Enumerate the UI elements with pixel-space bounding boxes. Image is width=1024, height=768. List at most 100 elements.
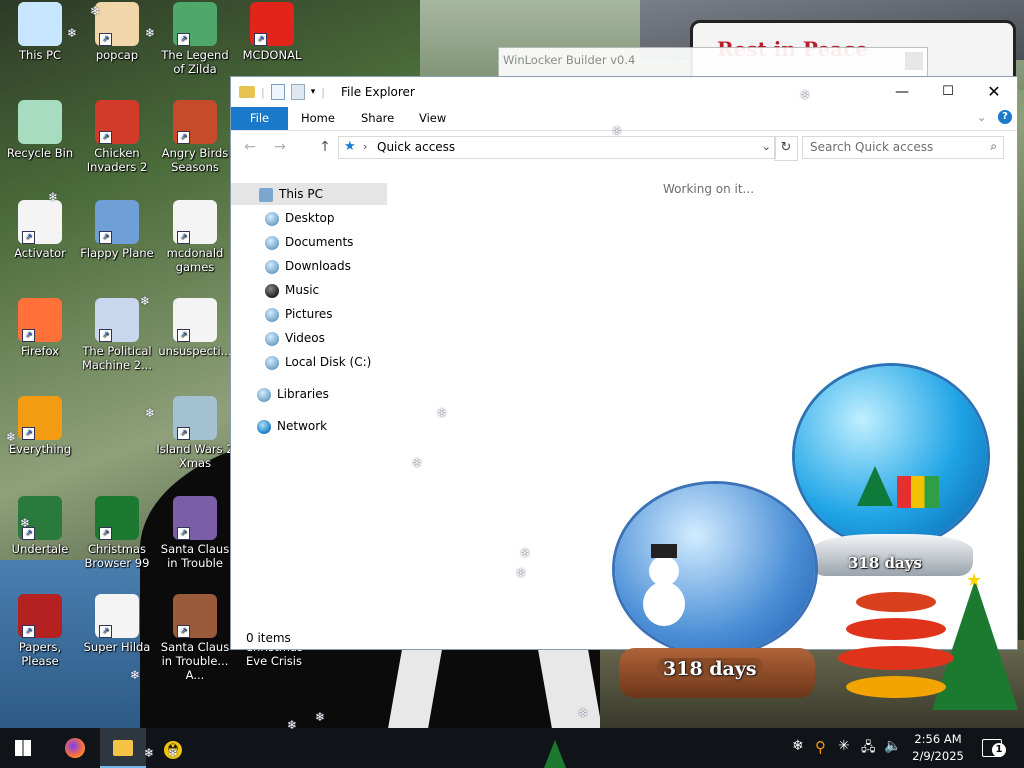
file-icon: ↗	[173, 200, 217, 244]
shortcut-arrow-icon: ↗	[99, 527, 112, 540]
desktop-icon[interactable]: ↗ Island Wars 2 Xmas	[155, 396, 235, 470]
desktop-icon[interactable]: ↗ Angry Birds Seasons	[155, 100, 235, 174]
tray-snowflake-icon[interactable]: ✳	[838, 738, 850, 754]
breadcrumb-chevron-icon[interactable]: ›	[363, 140, 367, 153]
new-folder-icon[interactable]	[290, 84, 305, 100]
properties-icon[interactable]	[270, 84, 285, 100]
shortcut-arrow-icon: ↗	[177, 427, 190, 440]
action-center-button[interactable]: 1	[982, 739, 1006, 757]
desktop-icon-label: Firefox	[20, 344, 60, 358]
nav-item-pictures[interactable]: Pictures	[265, 303, 333, 325]
tab-view[interactable]: View	[411, 107, 454, 130]
tray-snow-icon[interactable]: ❄	[792, 738, 804, 754]
desktop-icon[interactable]: ↗ unsuspecti...	[155, 298, 235, 358]
refresh-button[interactable]: ↻	[774, 136, 798, 161]
videos-icon	[265, 331, 279, 346]
santa-icon: ↗	[173, 594, 217, 638]
nav-item-this-pc[interactable]: This PC	[231, 183, 387, 205]
snowflake-icon: ❄	[48, 190, 59, 204]
taskbar-file-explorer[interactable]	[100, 728, 146, 768]
winlocker-close-button[interactable]	[905, 52, 923, 70]
tab-home[interactable]: Home	[293, 107, 343, 130]
close-button[interactable]: ✕	[971, 77, 1017, 107]
shortcut-arrow-icon: ↗	[99, 625, 112, 638]
nav-item-music[interactable]: Music	[265, 279, 319, 301]
snowflake-icon: ❄	[612, 124, 623, 138]
desktop-icon[interactable]: ↗ The Legend of Zilda	[155, 2, 235, 76]
pictures-icon	[265, 307, 279, 322]
tray-search-icon[interactable]: ⚲	[815, 738, 826, 756]
desktop-icon-label: Everything	[8, 442, 72, 456]
desktop-icon[interactable]: ↗ Santa Claus in Trouble... A...	[155, 594, 235, 682]
desktop-icon[interactable]: ↗ Santa Claus in Trouble	[155, 496, 235, 570]
search-input[interactable]: Search Quick access ⌕	[802, 136, 1004, 159]
desktop-icon[interactable]: Recycle Bin	[0, 100, 80, 160]
title-bar[interactable]: | ▾ | File Explorer — ☐ ✕	[231, 77, 1017, 107]
tab-file[interactable]: File	[231, 107, 288, 130]
nav-item-videos[interactable]: Videos	[265, 327, 325, 349]
customize-qat-icon[interactable]: ▾	[311, 87, 316, 97]
snow-globe-large[interactable]: 318 days	[795, 366, 991, 582]
desktop-icon[interactable]: ↗ Chicken Invaders 2	[77, 100, 157, 174]
clock-date: 2/9/2025	[912, 749, 964, 763]
desktop-icon-label: Island Wars 2 Xmas	[156, 442, 234, 470]
help-icon[interactable]: ?	[998, 110, 1012, 124]
nav-item-documents[interactable]: Documents	[265, 231, 353, 253]
search-icon: ↗	[18, 396, 62, 440]
desktop-icon-label: MCDONAL	[242, 48, 302, 62]
desktop-icon[interactable]: ↗ Super Hilda	[77, 594, 157, 654]
globe-sphere	[795, 366, 987, 546]
shortcut-arrow-icon: ↗	[177, 527, 190, 540]
desktop-icon[interactable]: ↗ Papers, Please	[0, 594, 80, 668]
desktop-icon[interactable]: ↗ Firefox	[0, 298, 80, 358]
nav-label: Pictures	[285, 307, 333, 321]
spiral-tree-widget[interactable]	[838, 586, 954, 704]
clock[interactable]: 2:56 AM 2/9/2025	[906, 731, 970, 765]
desktop-icon-label: Activator	[14, 246, 66, 260]
address-bar[interactable]: ★ › Quick access ⌄	[338, 136, 776, 159]
nav-item-local-disk[interactable]: Local Disk (C:)	[265, 351, 371, 373]
desktop-icon-label: Angry Birds Seasons	[161, 146, 229, 174]
file-icon: ↗	[18, 200, 62, 244]
taskbar-firefox[interactable]	[52, 728, 98, 768]
ribbon-expand-icon[interactable]: ⌄	[977, 111, 986, 124]
desktop-icon[interactable]: ↗ Everything	[0, 396, 80, 456]
tray-network-icon[interactable]: 🖧	[861, 738, 876, 760]
game-icon: ↗	[173, 2, 217, 46]
ribbon-tabs: File Home Share View ⌄ ?	[231, 107, 1017, 131]
start-button[interactable]	[0, 728, 46, 768]
forward-button[interactable]: →	[271, 139, 289, 155]
desktop-icon[interactable]: ↗ MCDONAL	[232, 2, 312, 62]
nav-item-libraries[interactable]: Libraries	[257, 383, 329, 405]
taskbar-tree-icon[interactable]	[544, 740, 566, 768]
nav-item-desktop[interactable]: Desktop	[265, 207, 335, 229]
nav-item-network[interactable]: Network	[257, 415, 327, 437]
desktop-icon[interactable]: ↗ Christmas Browser 99	[77, 496, 157, 570]
desktop-icon-label: Santa Claus in Trouble	[160, 542, 230, 570]
desktop-icon[interactable]: ↗ mcdonald games	[155, 200, 235, 274]
breadcrumb[interactable]: Quick access	[377, 140, 455, 154]
desktop-icon[interactable]: ↗ Undertale	[0, 496, 80, 556]
maximize-button[interactable]: ☐	[925, 77, 971, 107]
up-button[interactable]: ↑	[316, 139, 334, 155]
desktop-icon[interactable]: ↗ Activator	[0, 200, 80, 260]
snowflake-icon: ❄	[140, 294, 151, 308]
tab-share[interactable]: Share	[353, 107, 402, 130]
snowflake-icon: ❄	[516, 566, 527, 580]
desktop-icon[interactable]: ↗ Flappy Plane	[77, 200, 157, 260]
folder-icon[interactable]	[239, 86, 255, 98]
documents-icon	[265, 235, 279, 250]
tray-volume-icon[interactable]: 🔈	[884, 738, 901, 754]
search-placeholder: Search Quick access	[810, 140, 934, 154]
folder-icon: ↗	[95, 2, 139, 46]
minimize-button[interactable]: —	[879, 77, 925, 107]
desktop-icon[interactable]: ↗ The Political Machine 2...	[77, 298, 157, 372]
nav-item-downloads[interactable]: Downloads	[265, 255, 351, 277]
winlocker-window[interactable]: WinLocker Builder v0.4	[499, 48, 927, 76]
back-button[interactable]: ←	[241, 139, 259, 155]
shortcut-arrow-icon: ↗	[177, 231, 190, 244]
santa-icon: ↗	[173, 496, 217, 540]
address-dropdown-icon[interactable]: ⌄	[762, 140, 771, 153]
snow-globe-small[interactable]: 318 days	[613, 484, 819, 704]
snowflake-icon: ❄	[145, 406, 156, 420]
